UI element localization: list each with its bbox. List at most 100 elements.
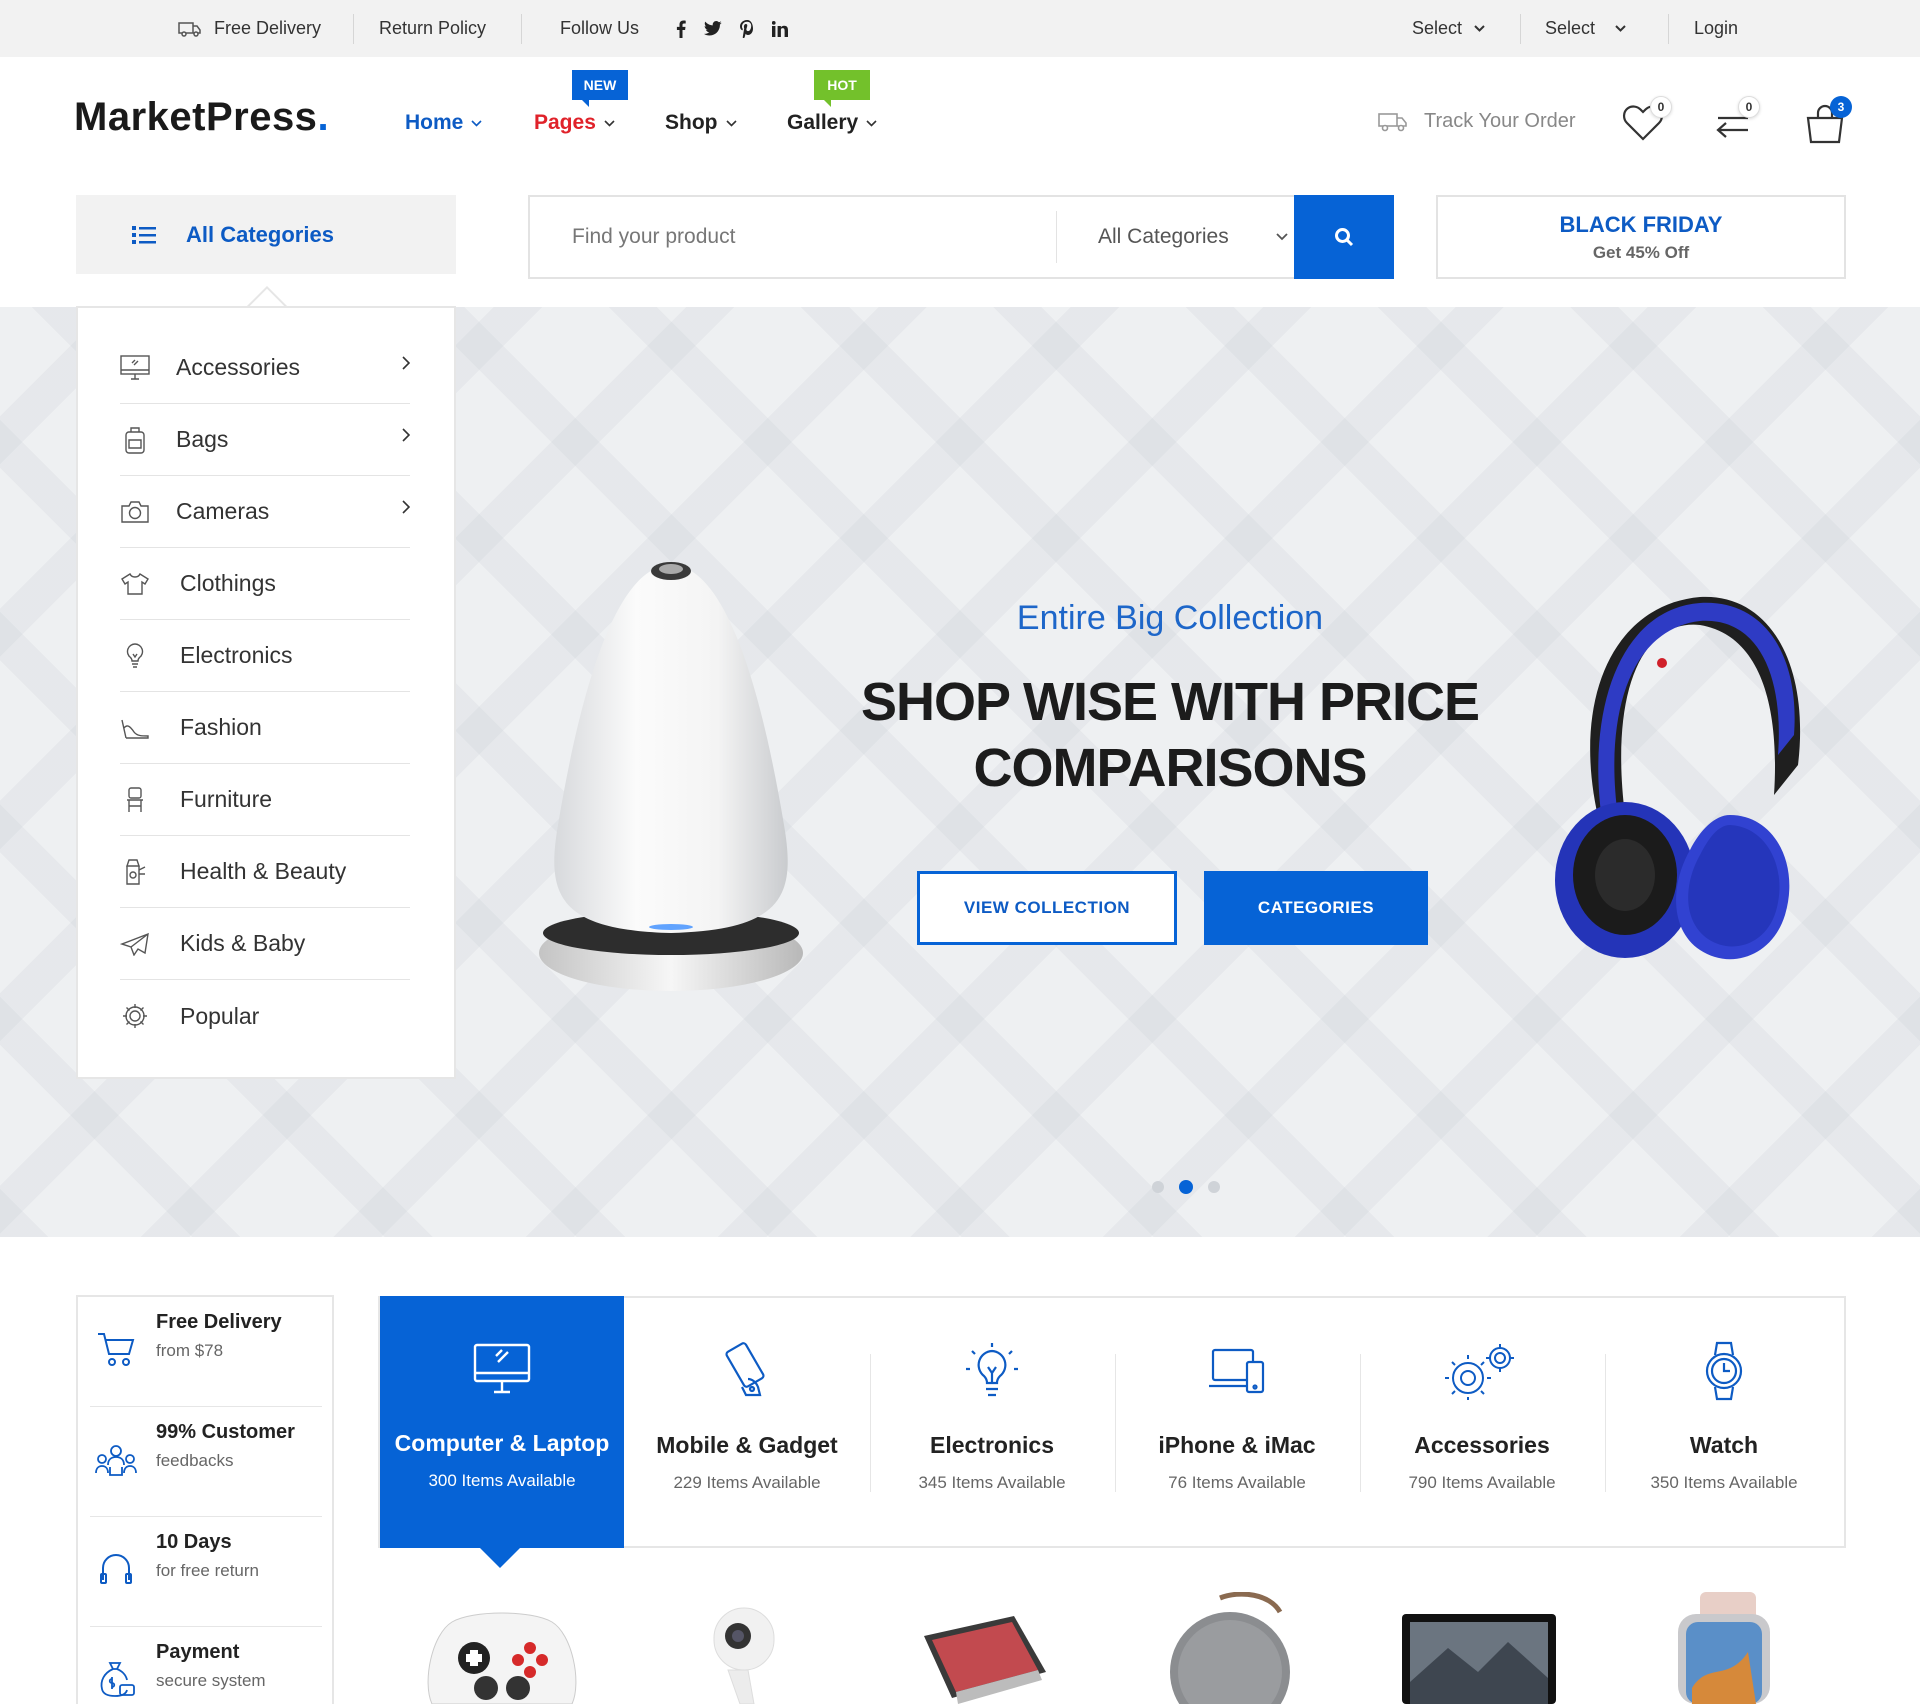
track-order-label: Track Your Order: [1424, 110, 1576, 132]
beauty-icon: [120, 857, 150, 887]
track-order-link[interactable]: Track Your Order: [1378, 110, 1576, 133]
category-item-accessories[interactable]: Accessories: [120, 332, 410, 404]
cart-count: 3: [1830, 96, 1852, 118]
category-card-count: 345 Items Available: [918, 1473, 1066, 1492]
view-collection-button[interactable]: VIEW COLLECTION: [917, 871, 1177, 945]
tshirt-icon: [120, 569, 150, 599]
lightbulb-icon: [120, 641, 150, 671]
category-item-popular[interactable]: Popular: [120, 980, 410, 1052]
category-card-watch[interactable]: Watch 350 Items Available: [1602, 1298, 1846, 1548]
feature-secure-payment: Payment secure system: [90, 1627, 322, 1704]
nav-pages[interactable]: Pages: [534, 111, 615, 135]
category-card-electronics[interactable]: Electronics 345 Items Available: [870, 1298, 1114, 1548]
facebook-icon[interactable]: [676, 20, 686, 38]
divider: [1056, 211, 1057, 263]
currency-select-value: Select: [1412, 18, 1463, 38]
language-select-value: Select: [1545, 18, 1596, 38]
nav-gallery[interactable]: Gallery: [787, 111, 877, 135]
category-item-cameras[interactable]: Cameras: [120, 476, 410, 548]
category-label: Popular: [180, 1002, 260, 1029]
all-categories-button[interactable]: All Categories: [76, 195, 456, 274]
speaker-product-image-small[interactable]: [1160, 1592, 1320, 1704]
money-bag-icon: [92, 1655, 140, 1703]
laptop-product-image[interactable]: [1398, 1592, 1558, 1704]
headphones-product-image: [1530, 585, 1810, 975]
categories-button[interactable]: CATEGORIES: [1204, 871, 1428, 945]
headphones-icon: [92, 1545, 140, 1593]
category-item-bags[interactable]: Bags: [120, 404, 410, 476]
nav-shop[interactable]: Shop: [665, 111, 737, 135]
mobile-icon: [722, 1342, 772, 1400]
search-category-select[interactable]: All Categories: [1098, 197, 1288, 277]
category-label: Bags: [176, 426, 229, 452]
category-card-title: Computer & Laptop: [394, 1430, 610, 1456]
slider-dot[interactable]: [1208, 1181, 1220, 1193]
chevron-down-icon: [1276, 233, 1288, 241]
features-panel: Free Delivery from $78 99% Customer feed…: [76, 1295, 334, 1704]
category-card-iphone-imac[interactable]: iPhone & iMac 76 Items Available: [1115, 1298, 1359, 1548]
category-label: Kids & Baby: [180, 930, 306, 956]
smartwatch-product-image[interactable]: [1648, 1592, 1808, 1704]
category-card-count: 350 Items Available: [1650, 1473, 1798, 1492]
wishlist-button[interactable]: 0: [1622, 96, 1672, 142]
category-card-count: 229 Items Available: [673, 1473, 821, 1492]
camera-product-image[interactable]: [668, 1592, 828, 1704]
twitter-icon[interactable]: [704, 21, 722, 36]
search-icon: [1334, 227, 1354, 247]
nav-home-label: Home: [405, 111, 464, 134]
compare-count: 0: [1738, 96, 1760, 118]
chevron-right-icon: [402, 500, 410, 514]
login-link[interactable]: Login: [1694, 0, 1738, 57]
category-card-mobile-gadget[interactable]: Mobile & Gadget 229 Items Available: [625, 1298, 869, 1548]
return-policy-link[interactable]: Return Policy: [379, 0, 486, 57]
category-item-health-beauty[interactable]: Health & Beauty: [120, 836, 410, 908]
category-card-title: Watch: [1689, 1432, 1759, 1458]
category-cards: Computer & Laptop 300 Items Available Mo…: [378, 1296, 1846, 1548]
all-categories-label: All Categories: [186, 221, 334, 247]
category-dropdown: Accessories Bags Cameras Clothings Elect…: [76, 306, 456, 1079]
chevron-down-icon: [725, 119, 737, 127]
category-card-computer-laptop[interactable]: Computer & Laptop 300 Items Available: [380, 1296, 624, 1548]
promo-title: BLACK FRIDAY: [1559, 211, 1723, 237]
category-item-clothings[interactable]: Clothings: [120, 548, 410, 620]
linkedin-icon[interactable]: [772, 20, 788, 37]
site-logo[interactable]: MarketPress.: [74, 95, 329, 140]
category-item-fashion[interactable]: Fashion: [120, 692, 410, 764]
currency-select[interactable]: Select: [1412, 0, 1485, 57]
truck-icon: [1378, 112, 1408, 132]
pinterest-icon[interactable]: [740, 19, 754, 38]
feature-title: 99% Customer: [156, 1421, 295, 1443]
wishlist-count: 0: [1650, 96, 1672, 118]
chevron-right-icon: [402, 428, 410, 442]
new-badge: NEW: [572, 70, 628, 107]
black-friday-promo[interactable]: BLACK FRIDAY Get 45% Off: [1436, 195, 1846, 279]
slider-dots: [1152, 1180, 1220, 1194]
free-delivery-link[interactable]: Free Delivery: [178, 0, 321, 57]
slider-dot[interactable]: [1152, 1181, 1164, 1193]
cart-icon: [92, 1325, 140, 1373]
category-item-electronics[interactable]: Electronics: [120, 620, 410, 692]
category-item-furniture[interactable]: Furniture: [120, 764, 410, 836]
nav-home[interactable]: Home: [405, 111, 482, 135]
cart-button[interactable]: 3: [1804, 96, 1852, 144]
watch-icon: [1703, 1341, 1745, 1401]
feature-free-return: 10 Days for free return: [90, 1517, 322, 1627]
slider-dot-active[interactable]: [1179, 1180, 1193, 1194]
tablet-product-image[interactable]: [896, 1592, 1056, 1704]
chevron-down-icon: [1474, 25, 1485, 32]
language-select[interactable]: Select: [1545, 0, 1626, 57]
gamepad-product-image[interactable]: [422, 1592, 582, 1704]
chevron-right-icon: [402, 356, 410, 370]
category-label: Furniture: [180, 786, 273, 812]
divider: [1668, 14, 1669, 44]
feature-customer-feedback: 99% Customer feedbacks: [90, 1407, 322, 1517]
search-input[interactable]: [530, 197, 1058, 277]
chevron-down-icon: [471, 119, 482, 127]
search-button[interactable]: [1294, 195, 1394, 279]
feature-subtitle: secure system: [156, 1671, 266, 1690]
compare-button[interactable]: 0: [1714, 96, 1760, 140]
nav-pages-label: Pages: [534, 111, 596, 134]
category-card-accessories[interactable]: Accessories 790 Items Available: [1360, 1298, 1604, 1548]
category-item-kids-baby[interactable]: Kids & Baby: [120, 908, 410, 980]
customers-icon: [92, 1435, 140, 1483]
